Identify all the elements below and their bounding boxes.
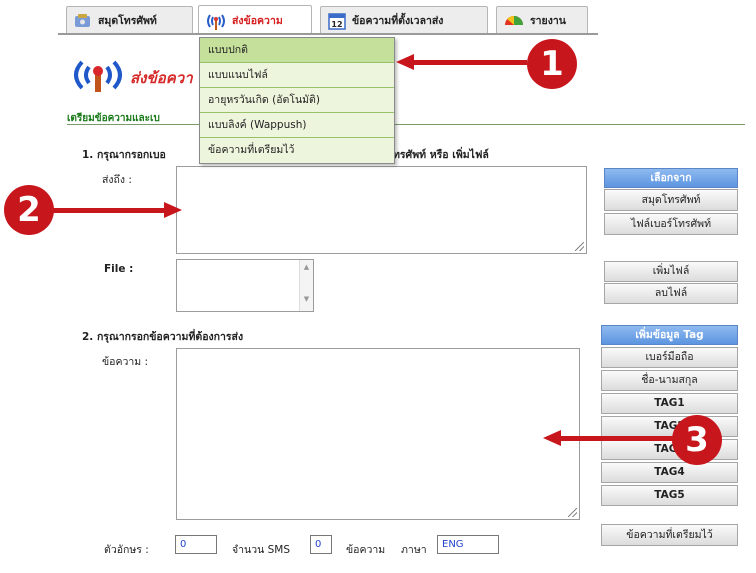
resize-grip[interactable]: [568, 508, 577, 517]
callout-arrowhead-2: [164, 202, 182, 218]
file-list[interactable]: ▲ ▼: [176, 259, 314, 312]
choose-from-header: เลือกจาก: [604, 168, 738, 188]
menu-item-wappush[interactable]: แบบลิงค์ (Wappush): [200, 113, 394, 138]
char-count-field: 0: [175, 535, 217, 554]
menu-item-attachment[interactable]: แบบแนบไฟล์: [200, 63, 394, 88]
send-message-dropdown: แบบปกติ แบบแนบไฟล์ อายุหรวันเกิด (อัตโนม…: [199, 37, 395, 164]
callout-arrowhead-1: [396, 54, 414, 70]
file-label: File :: [104, 263, 134, 275]
prepared-message-button[interactable]: ข้อความที่เตรียมไว้: [601, 524, 738, 546]
tab-scheduled[interactable]: 12 ข้อความที่ตั้งเวลาส่ง: [320, 6, 488, 34]
message-label: ข้อความ :: [102, 356, 149, 368]
callout-arrow-2: [52, 208, 166, 213]
tab-report[interactable]: รายงาน: [496, 6, 588, 34]
callout-badge-2: 2: [4, 185, 54, 235]
delete-file-button[interactable]: ลบไฟล์: [604, 283, 738, 304]
language-field: ENG: [437, 535, 499, 554]
section2-heading: 2. กรุณากรอกข้อความที่ต้องการส่ง: [82, 331, 244, 343]
file-list-scrollbar[interactable]: ▲ ▼: [299, 260, 313, 311]
tab-bar-divider: [58, 33, 598, 35]
tab-label: รายงาน: [530, 15, 566, 27]
callout-arrowhead-3: [543, 430, 561, 446]
to-label: ส่งถึง :: [102, 174, 132, 186]
sms-count-field: 0: [310, 535, 332, 554]
callout-badge-3: 3: [672, 415, 722, 465]
divider: [67, 124, 745, 125]
tab-phonebook[interactable]: สมุดโทรศัพท์: [66, 6, 193, 34]
tag5-button[interactable]: TAG5: [601, 485, 738, 506]
message-unit-label: ข้อความ: [346, 544, 386, 556]
calendar-icon: 12: [328, 12, 346, 30]
phone-file-button[interactable]: ไฟล์เบอร์โทรศัพท์: [604, 213, 738, 235]
callout-badge-1: 1: [527, 39, 577, 89]
scroll-down-icon[interactable]: ▼: [300, 295, 313, 303]
tab-label: สมุดโทรศัพท์: [98, 15, 157, 27]
resize-grip[interactable]: [575, 242, 584, 251]
tab-send-message[interactable]: ส่งข้อความ: [198, 5, 312, 35]
char-count-label: ตัวอักษร :: [104, 544, 149, 556]
page-title: ส่งข้อควา: [130, 69, 193, 87]
report-icon: [505, 15, 523, 25]
tab-label: ข้อความที่ตั้งเวลาส่ง: [352, 15, 444, 27]
scroll-up-icon[interactable]: ▲: [300, 263, 313, 271]
antenna-icon: [68, 58, 128, 92]
tag-fullname-button[interactable]: ชื่อ-นามสกุล: [601, 370, 738, 391]
tag4-button[interactable]: TAG4: [601, 462, 738, 483]
menu-item-prepared[interactable]: ข้อความที่เตรียมไว้: [200, 138, 394, 163]
message-textarea[interactable]: [176, 348, 580, 520]
tab-label: ส่งข้อความ: [232, 15, 283, 27]
language-label: ภาษา: [401, 544, 427, 556]
phonebook-button[interactable]: สมุดโทรศัพท์: [604, 189, 738, 211]
sms-count-label: จำนวน SMS: [232, 544, 291, 556]
phonebook-icon: [75, 13, 90, 27]
svg-text:12: 12: [331, 20, 342, 29]
tag1-button[interactable]: TAG1: [601, 393, 738, 414]
menu-item-normal[interactable]: แบบปกติ: [200, 38, 394, 63]
callout-arrow-1: [412, 60, 527, 65]
antenna-icon: [207, 13, 225, 30]
section1-heading: 1. กรุณากรอกเบอ: [82, 149, 166, 161]
add-tag-header: เพิ่มข้อมูล Tag: [601, 325, 738, 345]
tag-mobile-button[interactable]: เบอร์มือถือ: [601, 347, 738, 368]
recipients-textarea[interactable]: [176, 166, 587, 254]
add-file-button[interactable]: เพิ่มไฟล์: [604, 261, 738, 282]
section1-heading-cont: ทรศัพท์ หรือ เพิ่มไฟล์: [393, 149, 489, 161]
menu-item-birthday[interactable]: อายุหรวันเกิด (อัตโนมัติ): [200, 88, 394, 113]
callout-arrow-3: [560, 436, 674, 441]
